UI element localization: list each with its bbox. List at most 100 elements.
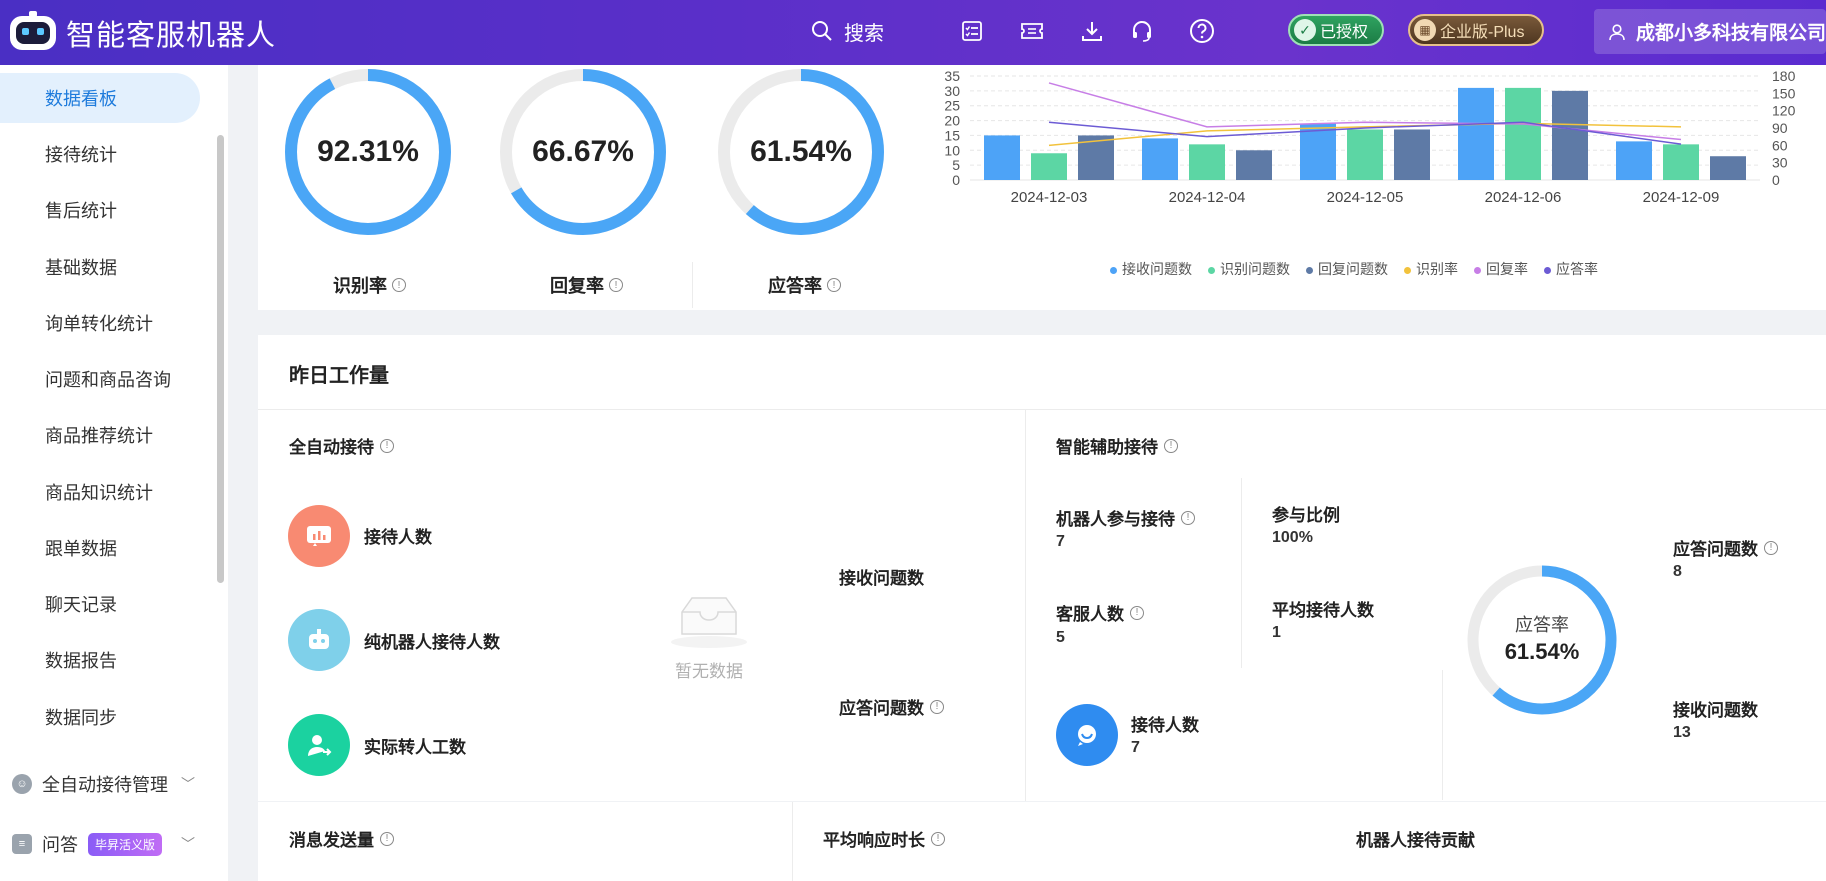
company-name: 成都小多科技有限公司 [1636,23,1826,44]
agents-count-label: 客服人数! [1056,600,1144,625]
legend-dot [1544,266,1551,274]
legend-item[interactable]: 回复率 [1474,259,1528,279]
avg-response-title: 平均响应时长! [823,826,945,851]
sidebar-item-label: 基础数据 [45,258,117,278]
authorized-label: 已授权 [1320,24,1369,41]
legend-item[interactable]: 识别率 [1404,259,1458,279]
plan-badge: ▦ 企业版-Plus [1408,14,1544,46]
sidebar-group-label: 问答 [42,835,78,855]
workload-title: 昨日工作量 [289,365,389,387]
sidebar-group-auto-reception[interactable]: ☺ 全自动接待管理 ﹀ [0,759,215,809]
section-title-text: 消息发送量 [289,831,374,850]
legend-label: 识别问题数 [1220,261,1290,277]
checklist-icon[interactable] [958,17,986,45]
legend-item[interactable]: 回复问题数 [1306,259,1388,279]
robot-logo-icon [10,11,56,50]
sidebar-item-product-recommend[interactable]: 商品推荐统计 [0,410,200,460]
robot-contrib-title: 机器人接待贡献 [1356,831,1475,850]
y-tick-label: 30 [944,83,960,99]
auto-item-label: 实际转人工数 [364,738,466,757]
sidebar-item-followup-data[interactable]: 跟单数据 [0,523,200,573]
sidebar-item-reception-stats[interactable]: 接待统计 [0,129,200,179]
sidebar-item-chat-records[interactable]: 聊天记录 [0,579,200,629]
legend-item[interactable]: 识别问题数 [1208,259,1290,279]
download-icon[interactable] [1078,17,1106,45]
new-version-tag: 毕昇活义版 [88,832,163,856]
ticket-icon[interactable] [1018,17,1046,45]
divider [1241,478,1242,668]
legend-label: 应答率 [1556,261,1598,277]
bar [1710,156,1746,180]
empty-box-icon [671,597,747,648]
info-icon[interactable]: ! [609,278,623,292]
bar [1347,129,1383,180]
legend-label: 接收问题数 [1122,261,1192,277]
assist-answered-value: 8 [1673,563,1682,580]
sidebar-item-inquiry-conversion[interactable]: 询单转化统计 [0,298,200,348]
headset-icon[interactable] [1128,17,1156,45]
info-icon[interactable]: ! [1164,438,1178,453]
sidebar-item-label: 询单转化统计 [45,314,153,334]
sidebar-group-qa[interactable]: ≡ 问答 毕昇活义版 ﹀ [0,819,215,869]
bar [1189,144,1225,180]
info-icon[interactable]: ! [930,699,944,714]
sidebar-scrollbar[interactable] [217,135,224,583]
sidebar-item-aftersales-stats[interactable]: 售后统计 [0,185,200,235]
company-account-button[interactable]: 成都小多科技有限公司 [1594,9,1826,54]
legend-item[interactable]: 接收问题数 [1110,259,1192,279]
help-icon[interactable] [1188,17,1216,45]
info-icon[interactable]: ! [827,278,841,292]
reception-count-value: 7 [1131,739,1140,756]
info-icon[interactable]: ! [1181,510,1195,525]
legend-item[interactable]: 应答率 [1544,259,1598,279]
y2-tick-label: 120 [1772,103,1796,119]
assist-received-value: 13 [1673,724,1691,741]
info-icon[interactable]: ! [392,278,406,292]
authorized-badge: ✓ 已授权 [1288,14,1384,46]
sidebar-item-product-knowledge[interactable]: 商品知识统计 [0,467,200,517]
answer-rate-caption: 应答率 [1515,615,1569,635]
check-shield-icon: ✓ [1294,19,1316,41]
trend-chart: 0510152025303503060901201501802024-12-03… [944,68,1796,206]
info-icon[interactable]: ! [380,831,394,846]
sidebar-item-label: 数据同步 [45,708,117,728]
avg-reception-value: 1 [1272,624,1281,641]
y-tick-label: 20 [944,113,960,129]
search-button[interactable]: 搜索 [810,16,884,46]
divider [692,262,693,308]
legend-dot [1208,266,1215,274]
bar [1458,87,1494,180]
metric-label-text: 机器人参与接待 [1056,510,1175,529]
bar [1663,144,1699,180]
sidebar-item-data-sync[interactable]: 数据同步 [0,692,200,742]
metric-label-text: 应答问题数 [1673,540,1758,559]
building-icon: ▦ [1414,19,1436,41]
info-icon[interactable]: ! [380,438,394,453]
answer-rate-value: 61.54% [750,135,852,168]
sidebar-item-question-product[interactable]: 问题和商品咨询 [0,354,200,404]
sidebar-item-label: 商品推荐统计 [45,426,153,446]
legend-dot [1306,266,1313,274]
msg-sent-title: 消息发送量! [289,826,394,851]
x-tick-label: 2024-12-06 [1485,189,1562,206]
sidebar-item-label: 商品知识统计 [45,483,153,503]
y-tick-label: 5 [952,157,960,173]
legend-dot [1404,266,1411,274]
assist-received-label: 接收问题数 [1673,701,1758,720]
bar [984,135,1020,180]
avg-reception-label: 平均接待人数 [1272,601,1374,620]
sidebar-item-basic-data[interactable]: 基础数据 [0,242,200,292]
y2-tick-label: 90 [1772,120,1788,136]
y2-tick-label: 180 [1772,68,1796,84]
info-icon[interactable]: ! [1764,540,1778,555]
info-icon[interactable]: ! [1130,605,1144,620]
assist-answered-label: 应答问题数! [1673,535,1778,560]
x-tick-label: 2024-12-09 [1643,189,1720,206]
info-icon[interactable]: ! [931,831,945,846]
sidebar-item-dashboard[interactable]: 数据看板 [0,73,200,123]
metric-label-text: 应答问题数 [839,699,924,718]
reply-rate-donut: 66.67% [498,67,668,237]
answer-rate-label: 应答率! [768,272,841,298]
sidebar-item-data-report[interactable]: 数据报告 [0,635,200,685]
chat-bubble-icon: ≡ [12,834,32,854]
